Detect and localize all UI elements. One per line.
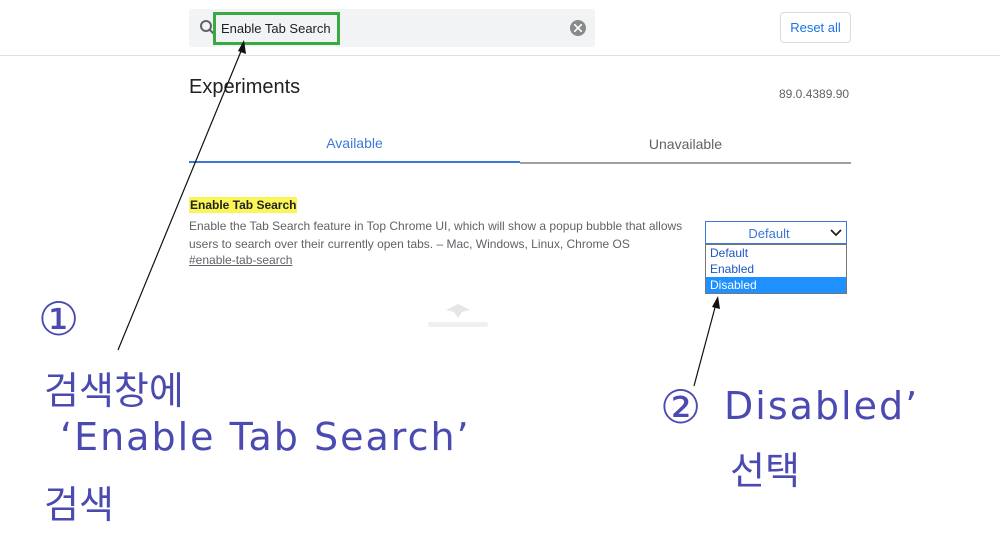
annotation-arrows: [117, 40, 720, 387]
annotation-step1-line2: ‘Enable Tab Search’: [60, 415, 471, 459]
annotation-step2-number: ②: [660, 380, 702, 434]
annotation-step1-line1: 검색창에: [44, 369, 184, 413]
arrow-to-disabled: [693, 296, 720, 387]
annotation-step2-line1: Disabled’: [724, 384, 920, 428]
arrow-to-search: [117, 40, 246, 351]
annotation-step2-line2: 선택: [730, 449, 800, 493]
annotation-step1-number: ①: [38, 292, 80, 346]
annotation-step1-line3: 검색: [44, 483, 114, 527]
